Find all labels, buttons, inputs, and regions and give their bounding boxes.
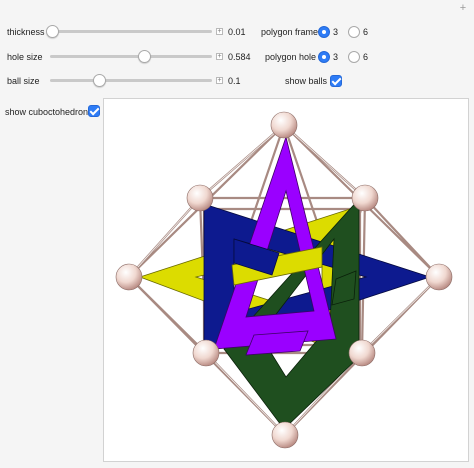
- polygon-frame-radio-6[interactable]: [348, 26, 360, 38]
- ball-size-expand-icon[interactable]: +: [216, 77, 223, 84]
- thickness-slider-thumb[interactable]: [46, 25, 59, 38]
- ball-size-slider-track: [50, 79, 212, 82]
- ball-lower-left: [192, 339, 220, 367]
- ball-lower-right: [348, 339, 376, 367]
- ball-size-slider[interactable]: [50, 74, 212, 87]
- show-cuboctohedron-checkbox[interactable]: [88, 105, 100, 117]
- ball-bottom: [271, 421, 299, 449]
- polygon-hole-label: polygon hole: [265, 52, 317, 62]
- hole-size-slider[interactable]: [50, 50, 212, 63]
- ball-left: [115, 263, 143, 291]
- polygon-frame-option-6: 6: [363, 27, 369, 37]
- polygon-hole-option-6: 6: [363, 52, 369, 62]
- ball-upper-left: [186, 184, 214, 212]
- graphics-pane[interactable]: [103, 98, 469, 462]
- polygon-hole-option-3: 3: [333, 52, 339, 62]
- polygon-hole-radio-6[interactable]: [348, 51, 360, 63]
- thickness-value: 0.01: [228, 27, 246, 37]
- thickness-slider-track: [50, 30, 212, 33]
- ball-top: [270, 111, 298, 139]
- ball-size-label: ball size: [7, 76, 40, 86]
- options-plus-icon[interactable]: +: [458, 3, 468, 14]
- thickness-label: thickness: [7, 27, 45, 37]
- ball-size-slider-thumb[interactable]: [93, 74, 106, 87]
- thickness-slider[interactable]: [46, 25, 212, 38]
- hole-size-label: hole size: [7, 52, 43, 62]
- hole-size-expand-icon[interactable]: +: [216, 53, 223, 60]
- hole-size-value: 0.584: [228, 52, 251, 62]
- polygon-hole-radio-3[interactable]: [318, 51, 330, 63]
- polygon-frame-option-3: 3: [333, 27, 339, 37]
- show-cuboctohedron-label: show cuboctohedron: [5, 107, 89, 117]
- hole-size-slider-track: [50, 55, 212, 58]
- show-balls-checkbox[interactable]: [330, 75, 342, 87]
- polygon-frame-radio-3[interactable]: [318, 26, 330, 38]
- polygon-frame-label: polygon frame: [261, 27, 319, 37]
- hole-size-slider-thumb[interactable]: [138, 50, 151, 63]
- ball-upper-right: [351, 184, 379, 212]
- show-balls-label: show balls: [285, 76, 328, 86]
- thickness-expand-icon[interactable]: +: [216, 28, 223, 35]
- ball-size-value: 0.1: [228, 76, 241, 86]
- purple-over-green: [245, 330, 309, 356]
- ball-right: [425, 263, 453, 291]
- polyhedron-graphic: [115, 111, 453, 449]
